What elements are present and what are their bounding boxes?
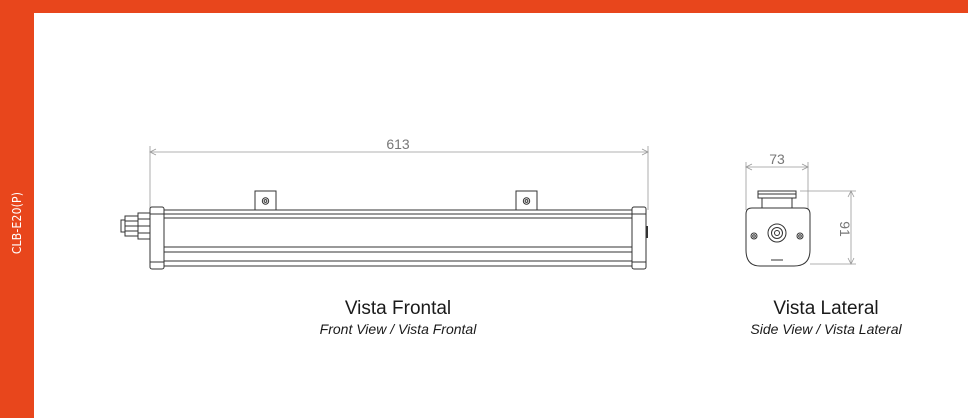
side-profile-body [745, 207, 811, 267]
side-width-dimension-text: 73 [769, 151, 785, 167]
front-view-drawing [120, 146, 649, 270]
mounting-bracket-right [515, 190, 538, 211]
end-cap-right [631, 206, 648, 270]
end-cap-left [149, 206, 165, 270]
side-view-subtitle: Side View / Vista Lateral [750, 321, 902, 337]
side-view-caption: Vista Lateral Side View / Vista Lateral [710, 298, 942, 338]
side-view-drawing [745, 162, 856, 267]
side-height-dimension-text: 91 [837, 221, 853, 237]
side-mounting-bracket [757, 190, 797, 209]
technical-drawing: 613 73 91 [120, 136, 856, 270]
cable-gland [120, 212, 151, 240]
side-view-title: Vista Lateral [773, 298, 879, 319]
front-view-subtitle: Front View / Vista Frontal [319, 321, 477, 337]
front-length-dimension-text: 613 [386, 136, 410, 152]
luminaire-body [159, 209, 635, 267]
front-view-title: Vista Frontal [344, 298, 452, 319]
mounting-bracket-left [254, 190, 277, 211]
front-view-caption: Vista Frontal Front View / Vista Frontal [248, 298, 548, 338]
